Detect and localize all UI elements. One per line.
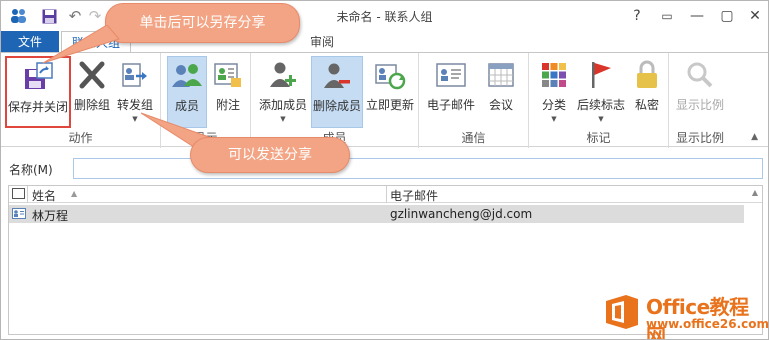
save-and-close-button[interactable]: 保存并关闭 (5, 56, 71, 128)
add-member-button[interactable]: 添加成员 ▼ (257, 56, 309, 128)
categorize-icon (537, 58, 571, 92)
scroll-up-arrow-icon[interactable]: ▲ (752, 188, 758, 197)
group-actions: 保存并关闭 删除组 转发组 ▼ 动作 (1, 53, 161, 148)
group-members: 添加成员 ▼ 删除成员 立即更新 成员 (251, 53, 419, 148)
delete-group-button[interactable]: 删除组 (73, 56, 111, 128)
group-communicate-label: 通信 (461, 131, 486, 145)
flag-icon (584, 58, 618, 92)
remove-member-button[interactable]: 删除成员 (311, 56, 363, 128)
group-zoom: 显示比例 显示比例 (669, 53, 731, 148)
update-now-button[interactable]: 立即更新 (365, 56, 415, 128)
group-name-input[interactable] (73, 158, 763, 179)
column-header-name[interactable]: 姓名 (32, 187, 56, 204)
sort-ascending-icon: ▲ (71, 189, 78, 198)
maximize-button[interactable]: ▢ (715, 5, 739, 27)
close-button[interactable]: ✕ (743, 5, 767, 27)
chevron-down-icon: ▼ (598, 115, 604, 123)
help-button[interactable]: ? (625, 5, 649, 27)
add-member-label: 添加成员 (258, 98, 307, 112)
column-separator (27, 186, 28, 203)
group-tags-label: 标记 (586, 131, 611, 145)
zoom-button-label: 显示比例 (675, 98, 724, 112)
group-communicate: 电子邮件 会议 通信 (419, 53, 529, 148)
forward-icon (118, 58, 152, 92)
name-field-label: 名称(M) (9, 163, 53, 177)
email-button[interactable]: 电子邮件 (425, 56, 477, 128)
categorize-button[interactable]: 分类 ▼ (535, 56, 573, 128)
follow-up-button[interactable]: 后续标志 ▼ (575, 56, 627, 128)
callout-send-share: 可以发送分享 (190, 137, 350, 173)
list-header: 姓名 ▲ 电子邮件 (9, 186, 762, 203)
delete-group-label: 删除组 (73, 98, 110, 112)
magnifier-icon (683, 58, 717, 92)
categorize-label: 分类 (541, 98, 566, 112)
private-button[interactable]: 私密 (629, 56, 665, 128)
column-separator (386, 186, 387, 203)
group-actions-label: 动作 (68, 131, 93, 145)
column-header-email[interactable]: 电子邮件 (390, 187, 438, 204)
remove-person-icon (320, 59, 354, 93)
callout-save-share: 单击后可以另存分享 (105, 3, 300, 43)
collapse-ribbon-icon[interactable]: ▲ (751, 132, 758, 142)
watermark-brand: Office教程网 (646, 295, 749, 340)
remove-member-label: 删除成员 (312, 99, 361, 113)
refresh-card-icon (373, 58, 407, 92)
contact-card-icon (12, 208, 26, 222)
contact-group-window: ↶ ↷ 未命名 - 联系人组 ? ▭ — ▢ ✕ 文件 联系人组 审阅 保存并关… (0, 0, 769, 340)
zoom-button[interactable]: 显示比例 (673, 56, 727, 128)
watermark: Office教程网 www.office26.com (602, 291, 768, 339)
tab-review[interactable]: 审阅 (297, 31, 347, 53)
private-label: 私密 (634, 98, 659, 112)
callout-save-share-text: 单击后可以另存分享 (139, 15, 266, 31)
group-tags: 分类 ▼ 后续标志 ▼ 私密 标记 (529, 53, 669, 148)
ribbon: 保存并关闭 删除组 转发组 ▼ 动作 成员 附注 添加成员 ▼ 删除成员 立即更… (1, 52, 768, 148)
notes-icon (211, 58, 245, 92)
callout-send-share-text: 可以发送分享 (228, 147, 312, 163)
notes-button[interactable]: 附注 (209, 56, 247, 128)
watermark-url: www.office26.com (646, 317, 769, 331)
email-card-icon (434, 58, 468, 92)
follow-up-label: 后续标志 (576, 98, 625, 112)
save-close-label: 保存并关闭 (7, 100, 68, 114)
chevron-down-icon: ▼ (551, 115, 557, 123)
notes-label: 附注 (215, 98, 240, 112)
calendar-icon (484, 58, 518, 92)
meeting-label: 会议 (488, 98, 513, 112)
member-email: gzlinwancheng@jd.com (390, 207, 533, 221)
member-name: 林万程 (32, 209, 69, 223)
group-zoom-label: 显示比例 (675, 131, 724, 145)
ribbon-options-button[interactable]: ▭ (655, 5, 679, 27)
email-label: 电子邮件 (426, 98, 475, 112)
chevron-down-icon: ▼ (280, 115, 286, 123)
office-logo-icon (606, 295, 638, 329)
meeting-button[interactable]: 会议 (479, 56, 523, 128)
lock-icon (630, 58, 664, 92)
minimize-button[interactable]: — (685, 5, 709, 27)
name-row: 名称(M) (1, 156, 768, 180)
members-icon (170, 59, 204, 93)
update-now-label: 立即更新 (365, 98, 414, 112)
table-row[interactable]: 林万程 gzlinwancheng@jd.com (9, 205, 744, 223)
callout-pointer (42, 25, 120, 64)
add-person-icon (266, 58, 300, 92)
contact-card-icon (12, 188, 25, 202)
save-close-icon (21, 60, 55, 94)
